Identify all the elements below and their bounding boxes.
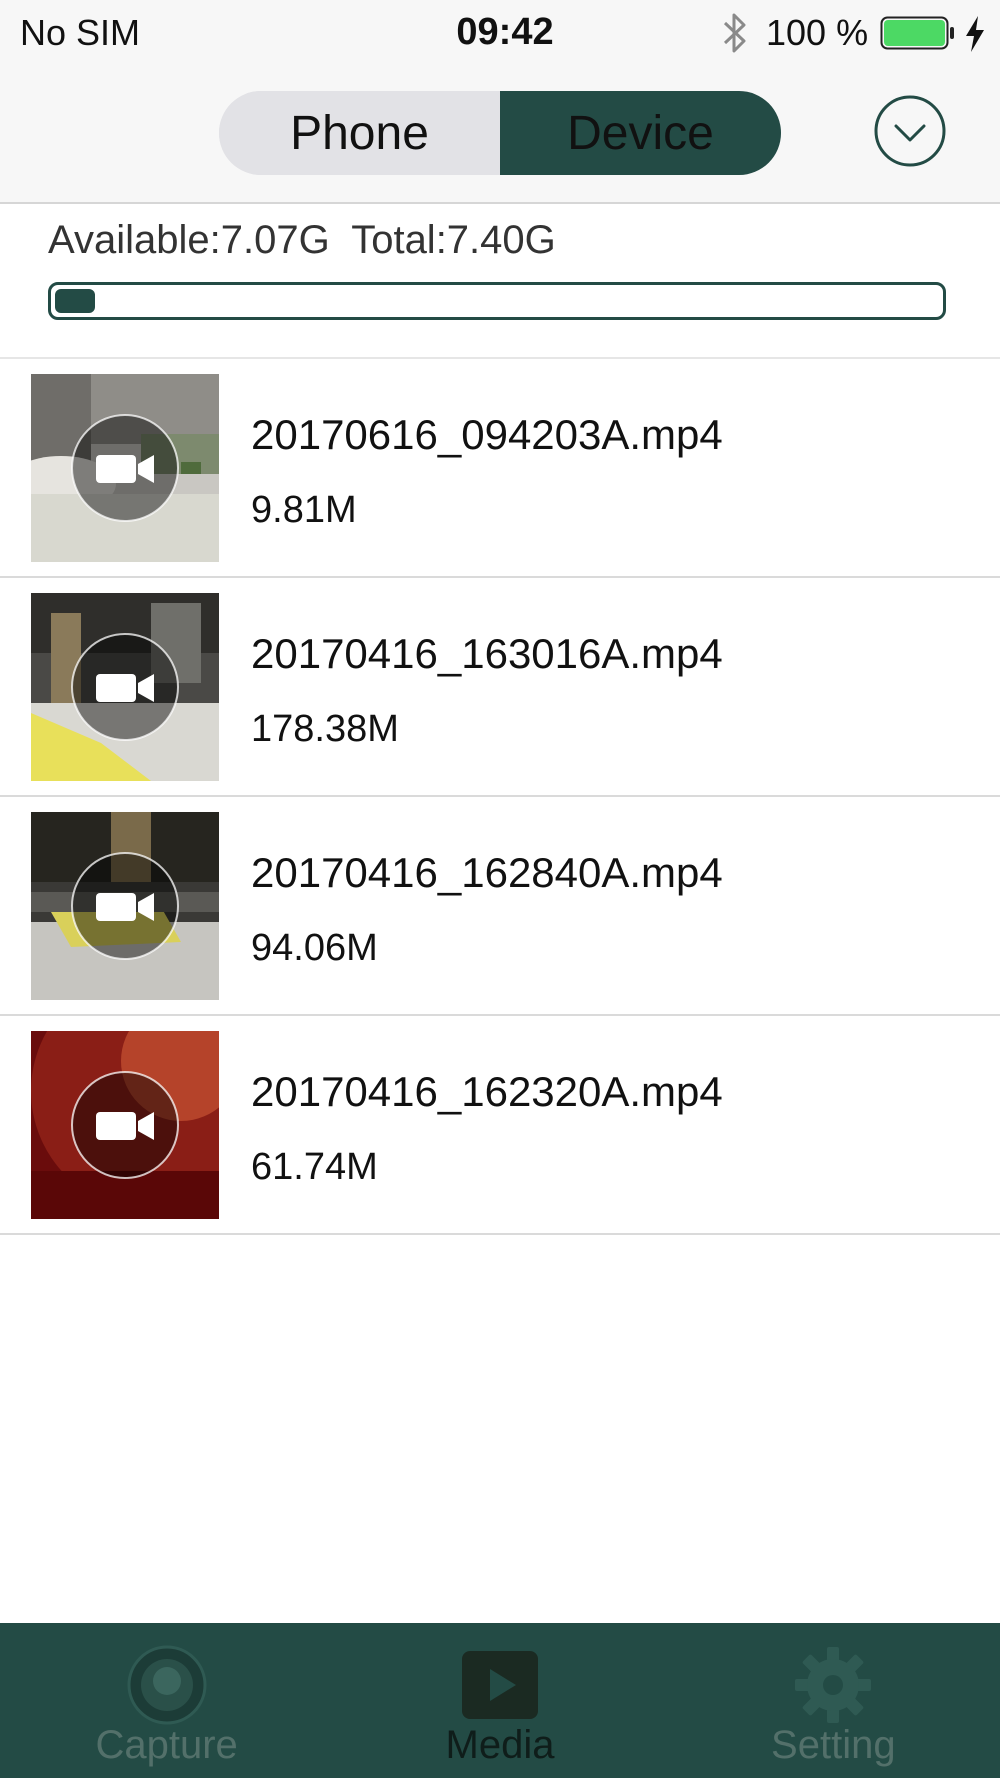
tab-setting[interactable]: Setting <box>667 1623 1000 1778</box>
tab-capture-label: Capture <box>95 1723 238 1767</box>
file-list: 20170616_094203A.mp4 9.81M 20170416_1630… <box>0 359 1000 1235</box>
video-thumbnail[interactable] <box>31 374 219 562</box>
segment-phone[interactable]: Phone <box>219 91 500 175</box>
tab-media[interactable]: Media <box>333 1623 666 1778</box>
chevron-down-circle-icon[interactable] <box>874 95 946 167</box>
battery-icon <box>880 16 954 50</box>
video-camera-icon <box>71 414 179 522</box>
list-item[interactable]: 20170416_162320A.mp4 61.74M <box>0 1016 1000 1235</box>
video-camera-icon <box>71 633 179 741</box>
storage-progress-bar <box>48 282 946 320</box>
available-label: Available:7.07G <box>48 218 330 262</box>
storage-progress-fill <box>55 289 95 313</box>
file-name: 20170416_162320A.mp4 <box>251 1068 723 1115</box>
file-size: 178.38M <box>251 708 399 750</box>
file-name: 20170616_094203A.mp4 <box>251 411 723 458</box>
tab-bar: Capture Media Setting <box>0 1623 1000 1778</box>
gear-icon <box>795 1647 872 1723</box>
storage-text: Available:7.07G Total:7.40G <box>48 218 556 263</box>
tab-media-label: Media <box>445 1723 555 1767</box>
bluetooth-icon <box>723 13 746 53</box>
video-thumbnail[interactable] <box>31 812 219 1000</box>
battery-percent-label: 100 % <box>766 12 869 53</box>
segment-device[interactable]: Device <box>500 91 781 175</box>
total-label: Total:7.40G <box>351 218 556 262</box>
header: Phone Device <box>0 68 1000 204</box>
video-camera-icon <box>71 852 179 960</box>
list-item[interactable]: 20170416_162840A.mp4 94.06M <box>0 797 1000 1016</box>
file-name: 20170416_162840A.mp4 <box>251 849 723 896</box>
play-icon <box>461 1651 538 1719</box>
charging-icon <box>966 16 984 52</box>
list-item[interactable]: 20170416_163016A.mp4 178.38M <box>0 578 1000 797</box>
video-thumbnail[interactable] <box>31 1031 219 1219</box>
status-bar: No SIM 09:42 100 % <box>0 0 1000 68</box>
video-thumbnail[interactable] <box>31 593 219 781</box>
source-segmented-control: Phone Device <box>219 91 781 175</box>
tab-setting-label: Setting <box>771 1723 896 1767</box>
video-camera-icon <box>71 1071 179 1179</box>
file-name: 20170416_163016A.mp4 <box>251 630 723 677</box>
tab-capture[interactable]: Capture <box>0 1623 333 1778</box>
list-item[interactable]: 20170616_094203A.mp4 9.81M <box>0 359 1000 578</box>
file-size: 9.81M <box>251 489 357 531</box>
camera-lens-icon <box>127 1645 207 1725</box>
file-size: 94.06M <box>251 927 378 969</box>
storage-panel: Available:7.07G Total:7.40G <box>0 204 1000 359</box>
file-size: 61.74M <box>251 1146 378 1188</box>
